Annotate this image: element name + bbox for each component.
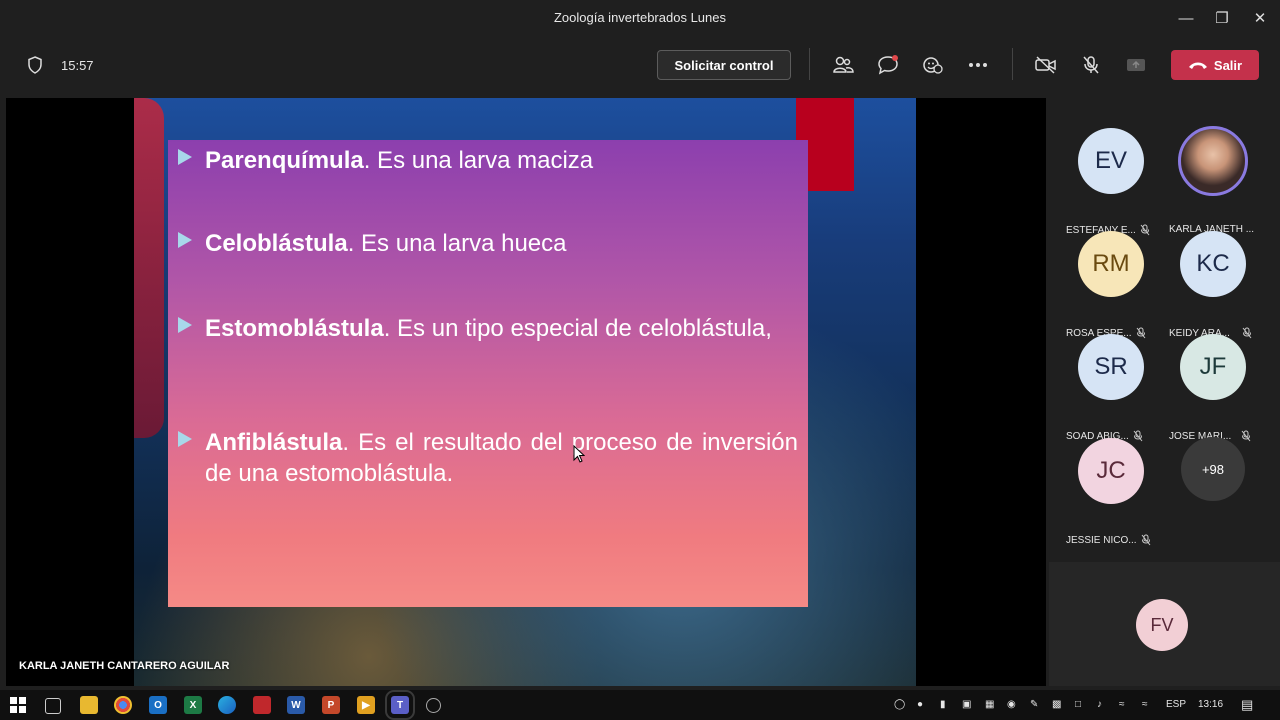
avatar (1178, 126, 1248, 196)
meeting-toolbar: 15:57 Solicitar control Salir (0, 36, 1280, 94)
slide-bullet: Estomoblástula. Es un tipo especial de c… (178, 313, 798, 344)
more-participants-button[interactable]: +98 (1181, 437, 1245, 501)
avatar: EV (1078, 128, 1144, 194)
toolbar-divider (809, 48, 810, 80)
leave-label: Salir (1213, 57, 1243, 73)
participant-tile[interactable]: KARLA JANETH ... (1163, 120, 1263, 235)
bullet-text: . Es una larva hueca (347, 230, 567, 257)
request-control-button[interactable]: Solicitar control (657, 50, 791, 80)
leave-button[interactable]: Salir (1171, 50, 1259, 80)
chat-icon[interactable] (874, 51, 902, 79)
avatar: SR (1078, 334, 1144, 400)
edge-icon[interactable] (218, 696, 236, 714)
participant-tile[interactable]: SR SOAD ABIG... (1061, 326, 1161, 442)
mic-off-icon (1141, 534, 1150, 546)
meeting-timer: 15:57 (61, 58, 94, 73)
avatar: JC (1078, 438, 1144, 504)
participants-icon[interactable] (829, 51, 857, 79)
bullet-term: Estomoblástula (205, 315, 384, 342)
file-explorer-icon[interactable] (80, 696, 98, 714)
excel-icon[interactable]: X (184, 696, 202, 714)
slide-bullet: Anfiblástula. Es el resultado del proces… (178, 427, 798, 489)
shared-screen: Parenquímula. Es una larva maciza Celobl… (6, 98, 1046, 686)
bullet-arrow-icon (178, 232, 192, 248)
acrobat-icon[interactable] (253, 696, 271, 714)
teams-icon[interactable]: T (385, 690, 415, 720)
participant-tile[interactable]: JF JOSE MARI... (1163, 326, 1263, 442)
bullet-text: . Es una larva maciza (363, 147, 594, 174)
bullet-term: Celoblástula (205, 230, 348, 257)
participant-name: JESSIE NICO... (1066, 534, 1137, 546)
mic-off-icon[interactable] (1077, 51, 1105, 79)
task-view-icon[interactable] (45, 698, 61, 714)
taskbar-clock[interactable]: 13:16 (1198, 699, 1223, 710)
bullet-term: Parenquímula (205, 147, 364, 174)
tray-icon[interactable]: ▣ (962, 699, 971, 710)
mic-off-icon (1241, 430, 1251, 442)
camera-off-icon[interactable] (1032, 51, 1060, 79)
mouse-cursor-icon (573, 445, 585, 463)
windows-start-icon[interactable] (10, 697, 26, 713)
tray-mic-icon[interactable]: ▮ (940, 699, 946, 710)
close-icon[interactable]: ✕ (1242, 4, 1278, 32)
participant-tile[interactable]: RM ROSA ESPE... (1061, 223, 1161, 339)
hang-up-icon (1188, 62, 1207, 69)
bullet-arrow-icon (178, 317, 192, 333)
shield-icon (28, 56, 42, 74)
bullet-text: . Es un tipo especial de celoblástula, (383, 315, 772, 342)
window-title: Zoología invertebrados Lunes (553, 10, 726, 25)
participant-tile[interactable]: JC JESSIE NICO... (1061, 430, 1161, 546)
powerpoint-icon[interactable]: P (322, 696, 340, 714)
volume-icon[interactable]: ♪ (1097, 699, 1102, 710)
reactions-icon[interactable] (919, 51, 947, 79)
minimize-icon[interactable]: — (1168, 4, 1204, 32)
tray-icon[interactable]: □ (1075, 699, 1081, 710)
slide-bullet: Celoblástula. Es una larva hueca (178, 228, 798, 259)
tray-icon[interactable]: ≈ (1142, 699, 1148, 710)
app-icon[interactable] (426, 698, 441, 713)
outlook-icon[interactable]: O (149, 696, 167, 714)
network-icon[interactable]: ▩ (1052, 699, 1061, 710)
tray-icon[interactable]: ✎ (1030, 699, 1038, 710)
steam-icon[interactable]: ◉ (1007, 699, 1016, 710)
word-icon[interactable]: W (287, 696, 305, 714)
windows-taskbar: O X W P ▶ T ◯ ● ▮ ▣ ▦ ◉ ✎ ▩ □ ♪ ≈ ≈ ESP … (0, 690, 1280, 720)
more-options-icon[interactable] (964, 51, 992, 79)
tray-icon[interactable]: ● (917, 699, 923, 710)
restore-icon[interactable]: ❐ (1204, 4, 1240, 32)
notifications-icon[interactable]: ▤ (1241, 697, 1253, 713)
presentation-slide: Parenquímula. Es una larva maciza Celobl… (134, 98, 916, 686)
avatar: RM (1078, 231, 1144, 297)
bullet-arrow-icon (178, 431, 192, 447)
bullet-arrow-icon (178, 149, 192, 165)
avatar: JF (1180, 334, 1246, 400)
tray-icon[interactable]: ≈ (1119, 699, 1125, 710)
title-bar: Zoología invertebrados Lunes — ❐ ✕ (0, 0, 1280, 36)
self-avatar: FV (1136, 599, 1188, 651)
media-player-icon[interactable]: ▶ (357, 696, 375, 714)
slide-content-box: Parenquímula. Es una larva maciza Celobl… (168, 140, 808, 607)
chrome-icon[interactable] (114, 696, 132, 714)
presenter-name: KARLA JANETH CANTARERO AGUILAR (19, 660, 230, 672)
share-tray-icon[interactable] (1122, 51, 1150, 79)
language-indicator[interactable]: ESP (1166, 699, 1186, 710)
participant-tile[interactable]: EV ESTEFANY E... (1061, 120, 1161, 236)
bullet-term: Anfiblástula (205, 429, 343, 456)
tray-icon[interactable]: ◯ (894, 699, 905, 710)
toolbar-divider (1012, 48, 1013, 80)
slide-background-coral (134, 98, 164, 438)
slide-bullet: Parenquímula. Es una larva maciza (178, 145, 798, 176)
participant-tile[interactable]: KC KEIDY ARA... (1163, 223, 1263, 339)
tray-icon[interactable]: ▦ (985, 699, 994, 710)
avatar: KC (1180, 231, 1246, 297)
